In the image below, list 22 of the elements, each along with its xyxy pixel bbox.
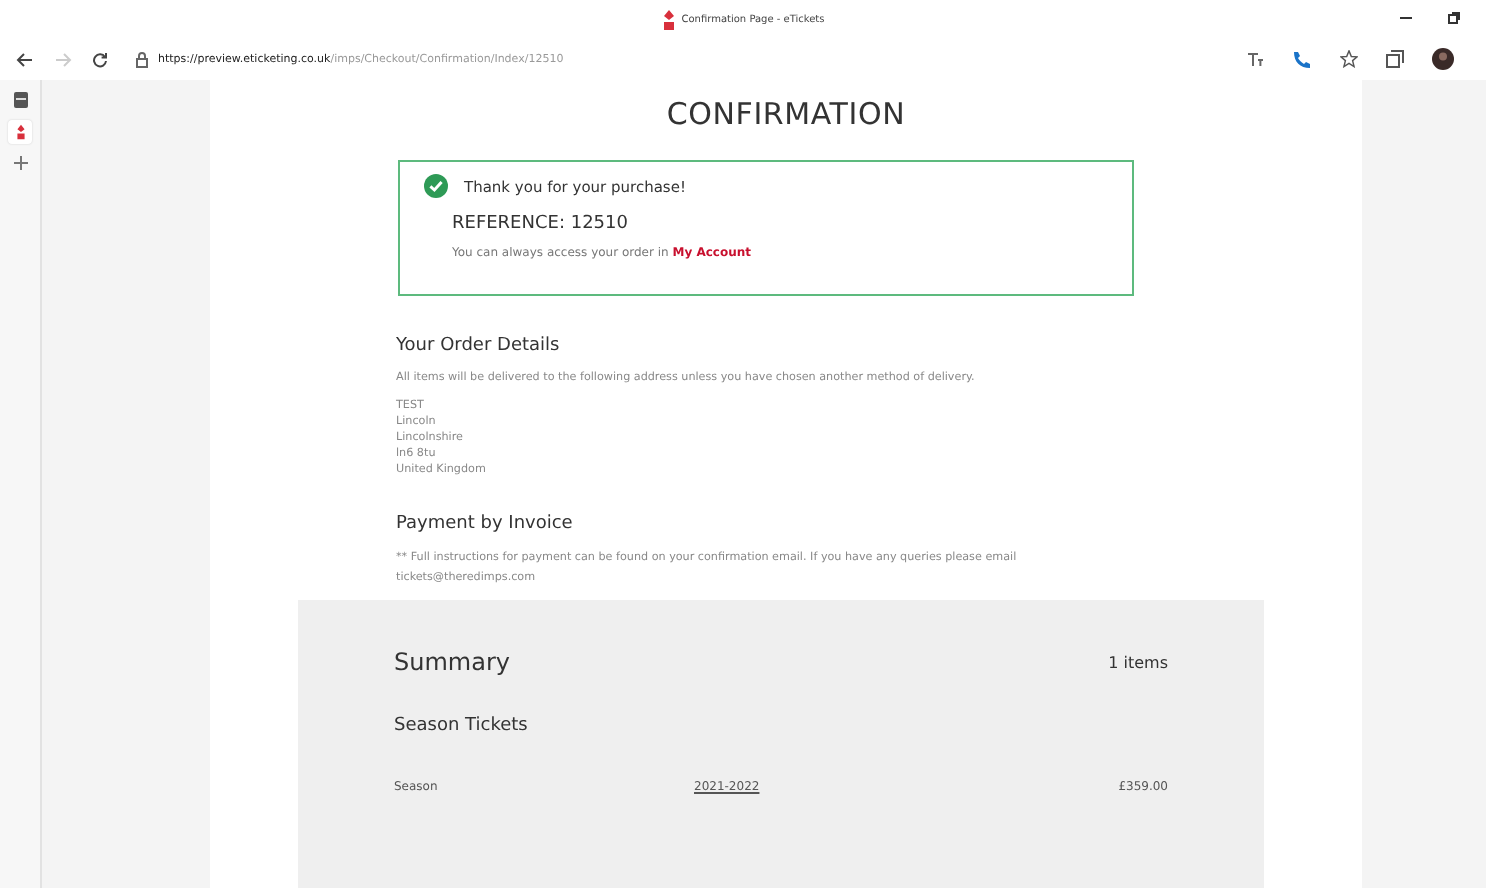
refresh-icon[interactable] [92,51,108,67]
sidebar-tab[interactable] [8,120,32,144]
section-heading: Payment by Invoice [396,514,575,534]
star-icon[interactable] [1340,50,1358,68]
logo-icon [15,124,25,140]
logo-icon [661,9,676,29]
plus-icon[interactable] [13,156,27,170]
phone-icon[interactable] [1292,49,1312,69]
restore-icon[interactable] [1446,10,1462,26]
summary-title: Summary [394,648,510,676]
back-icon[interactable] [16,51,34,67]
section-heading: Your Order Details [396,336,562,356]
avatar-icon[interactable] [1432,48,1454,70]
collections-icon[interactable] [1386,50,1404,68]
group-heading: Season Tickets [394,716,530,736]
reference-number: REFERENCE: 12510 [452,214,630,234]
page-title: CONFIRMATION [664,96,908,132]
tabs-icon[interactable] [13,92,27,108]
item-count: 1 items [1108,653,1168,671]
read-aloud-icon[interactable] [1246,50,1264,68]
lock-icon [136,51,148,67]
check-icon [424,174,448,198]
